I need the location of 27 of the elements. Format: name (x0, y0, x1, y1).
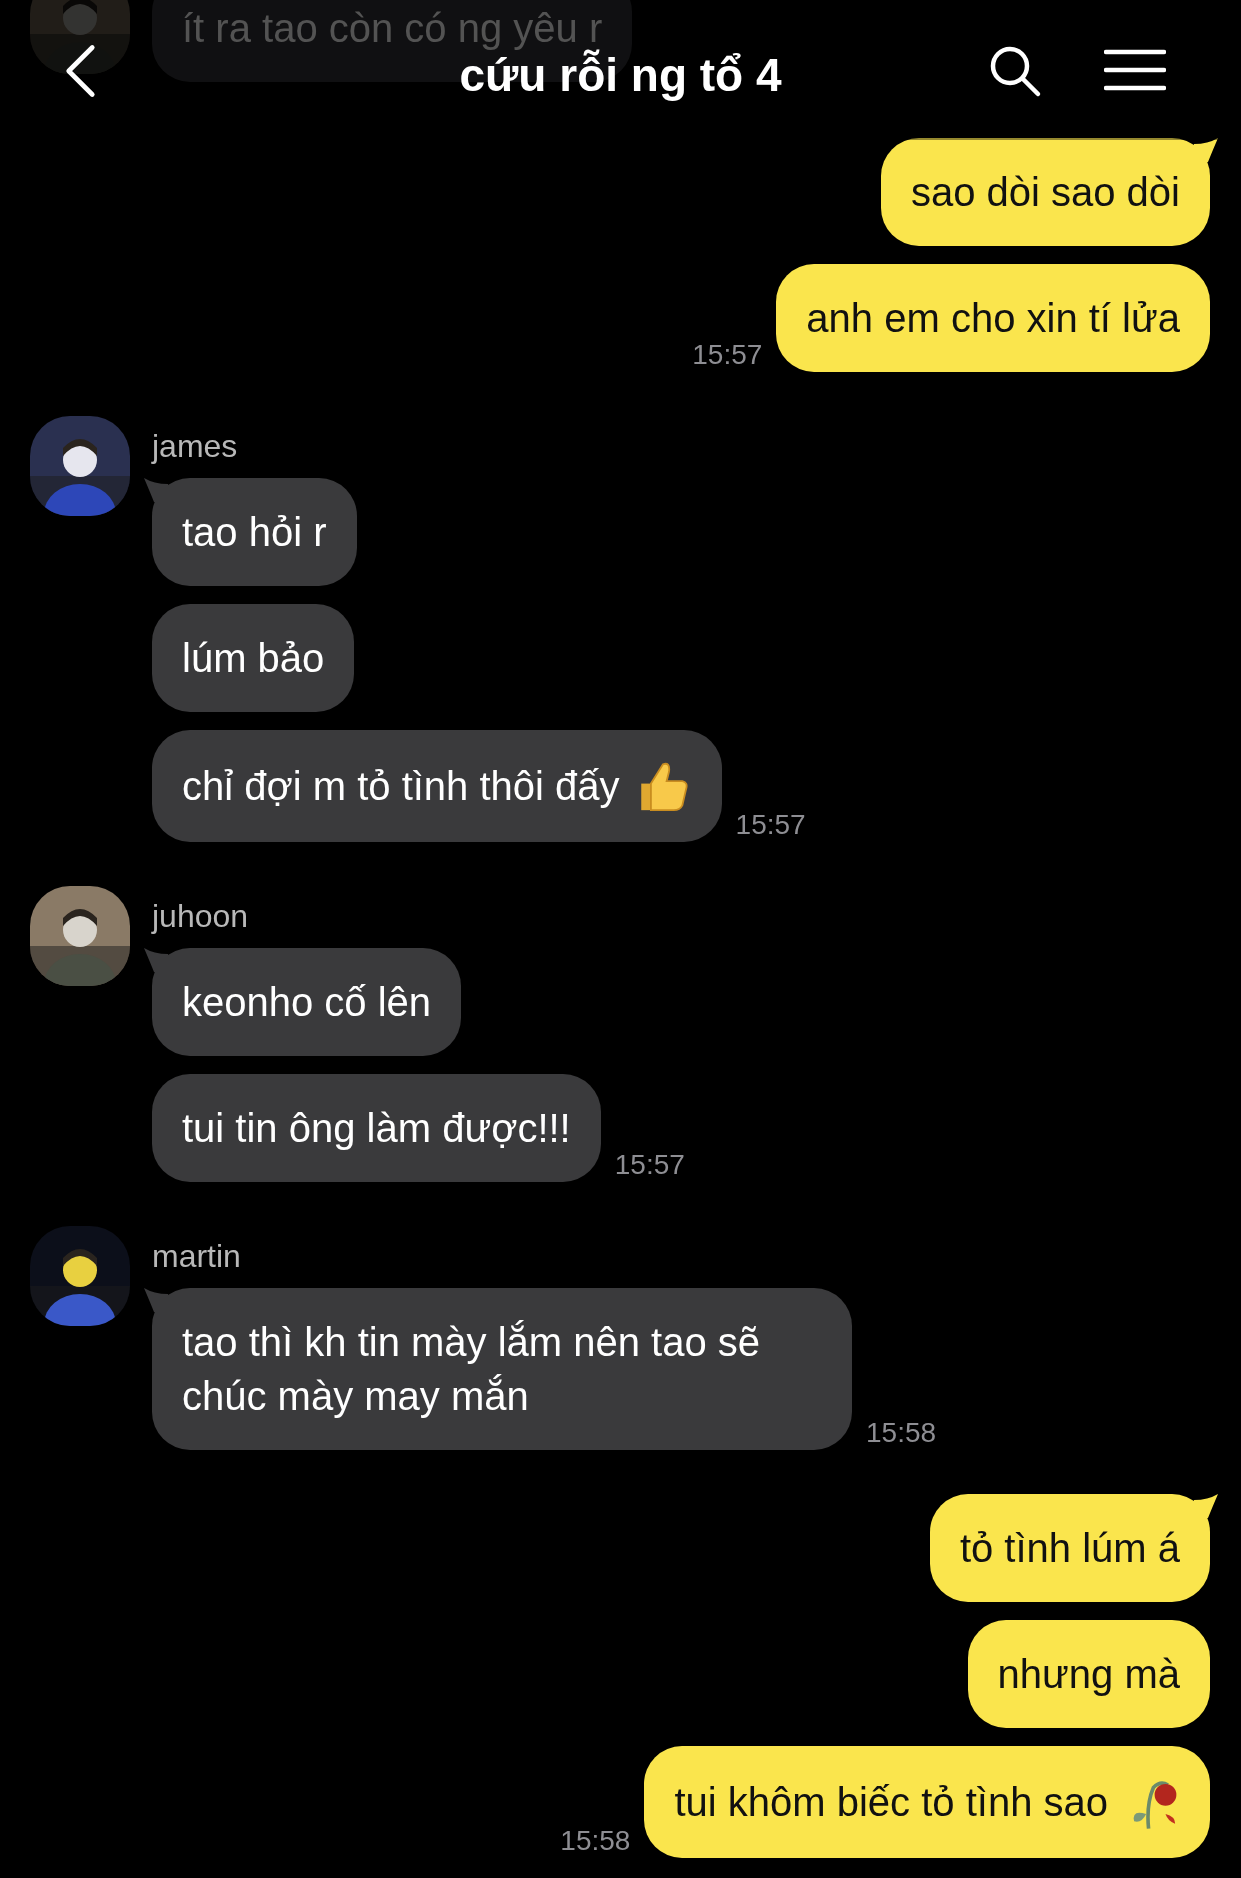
sender-name: martin (152, 1237, 241, 1276)
message-bubble: lúm bảo (152, 604, 355, 712)
message-bubble: nhưng mà (967, 1620, 1210, 1728)
message-bubble: anh em cho xin tí lửa (776, 264, 1210, 372)
timestamp: 15:58 (866, 1416, 937, 1450)
message-bubble: tỏ tình lúm á (929, 1494, 1210, 1602)
timestamp: 15:57 (735, 808, 806, 842)
message-bubble: sao dòi sao dòi (880, 138, 1210, 246)
timestamp: 15:57 (614, 1148, 685, 1182)
sender-name: james (152, 427, 238, 466)
message-bubble: chỉ đợi m tỏ tình thôi đấy (152, 730, 722, 842)
search-icon[interactable] (988, 44, 1042, 98)
sender-name: juhoon (152, 897, 249, 936)
message-bubble: tui khôm biếc tỏ tình sao (644, 1746, 1210, 1858)
timestamp: 15:58 (560, 1824, 631, 1858)
bubble-tail (144, 948, 168, 972)
back-icon[interactable] (64, 44, 96, 98)
bubble-tail (1194, 138, 1218, 162)
message-bubble: keonho cố lên (152, 948, 462, 1056)
menu-icon[interactable] (1104, 48, 1166, 92)
timestamp: 15:57 (692, 338, 763, 372)
bubble-tail (144, 1288, 168, 1312)
message-bubble: tao hỏi r (152, 478, 357, 586)
bubble-tail (144, 478, 168, 502)
message-bubble: tui tin ông làm được!!! (152, 1074, 601, 1182)
bubble-tail (1194, 1494, 1218, 1518)
message-bubble: tao thì kh tin mày lắm nên tao sẽ chúc mày may mắn (152, 1288, 852, 1450)
